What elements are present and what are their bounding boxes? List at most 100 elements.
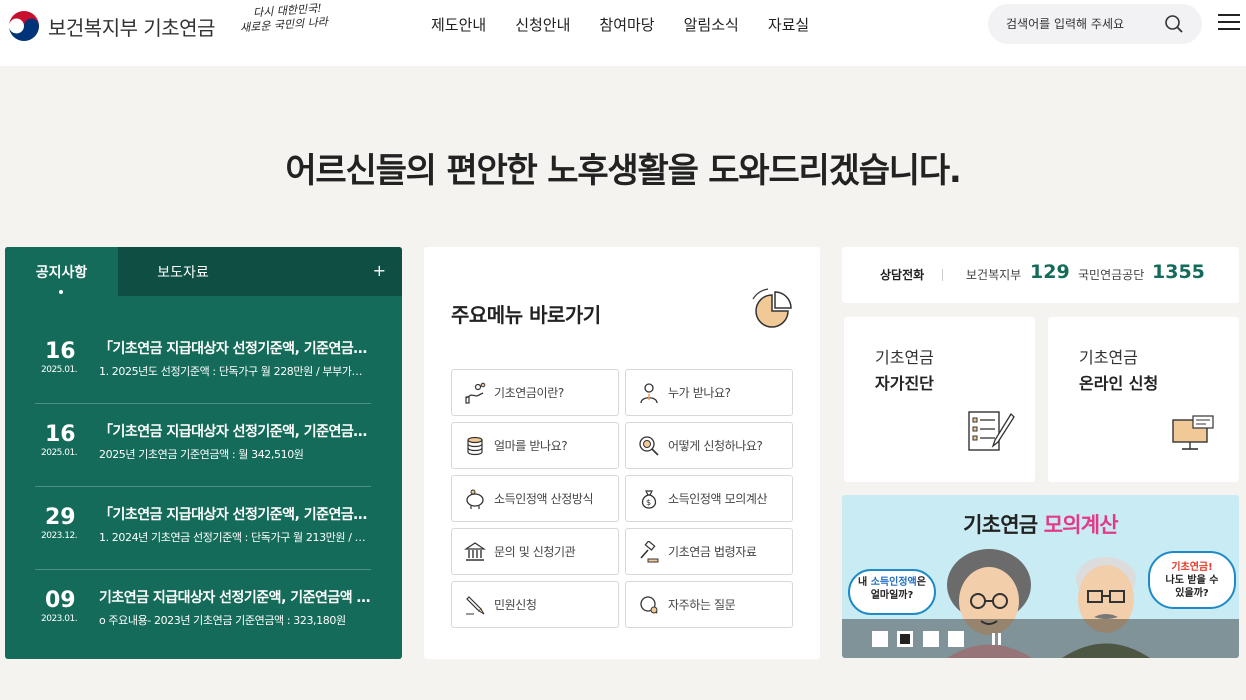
menu-label: 기초연금 법령자료	[668, 545, 757, 559]
notice-item[interactable]: 16 2025.01. 「기초연금 지급대상자 선정기준액, 기준연금액」 고시…	[5, 406, 402, 488]
menu-label: 어떻게 신청하나요?	[668, 439, 763, 453]
site-logo[interactable]: 보건복지부 기초연금	[6, 6, 215, 46]
notice-year-month: 2023.12.	[41, 531, 78, 541]
menu-how-to-apply[interactable]: 어떻게 신청하나요?	[625, 422, 793, 469]
search-box	[988, 4, 1202, 44]
tab-press[interactable]: 보도자료	[118, 247, 248, 296]
menu-label: 얼마를 받나요?	[494, 439, 568, 453]
menu-income-method[interactable]: 소득인정액 산정방식	[451, 475, 619, 522]
hotline-number-2[interactable]: 1355	[1152, 261, 1205, 283]
slide-dot-4[interactable]	[948, 631, 964, 647]
nav-resources[interactable]: 자료실	[768, 14, 809, 35]
pause-icon[interactable]	[988, 631, 1004, 647]
menu-label: 소득인정액 모의계산	[668, 492, 768, 506]
menu-faq[interactable]: 자주하는 질문	[625, 581, 793, 628]
money-bag-icon: $	[641, 489, 657, 509]
bubble-left-highlight: 소득인정액	[870, 577, 917, 588]
nav-apply-guide[interactable]: 신청안내	[515, 14, 570, 35]
notice-desc: o 주요내용- 2023년 기초연금 기준연금액 : 323,180원	[99, 614, 346, 627]
nav-system-guide[interactable]: 제도안내	[431, 14, 486, 35]
more-plus-icon[interactable]: +	[373, 261, 386, 280]
bubble-left: 내 소득인정액은 얼마일까?	[848, 569, 936, 615]
bubble-left-text-2: 은	[916, 577, 926, 588]
institution-icon	[464, 541, 486, 561]
main-menu-panel: 주요메뉴 바로가기 기초연금이란? 누가 받나요? 얼마를 받나요? 어떻게 신…	[424, 247, 820, 659]
hotline-divider	[942, 269, 943, 281]
menu-what-is-pension[interactable]: 기초연금이란?	[451, 369, 619, 416]
bubble-right-text-3: 있을까?	[1175, 588, 1209, 599]
main-menu-title-bold: 주요메뉴	[451, 303, 523, 327]
notice-desc: 1. 2024년 기초연금 선정기준액 : 단독가구 월 213만원 / 부부가…	[99, 531, 369, 544]
coin-stack-icon	[467, 436, 483, 455]
notice-day: 16	[45, 339, 76, 364]
slide-dot-1[interactable]	[872, 631, 888, 647]
headline-part-1: 어르신들의	[285, 151, 447, 191]
bubble-right-text-2: 나도 받을 수	[1165, 575, 1219, 586]
chat-bubble-icon	[640, 595, 658, 613]
simulation-banner[interactable]: 기초연금 모의계산 내 소득인정액은 얼마일까? 기초연금! 나도 받을 수 있…	[842, 495, 1239, 658]
notice-item[interactable]: 16 2025.01. 「기초연금 지급대상자 선정기준액, 기준연금액」 고시…	[5, 323, 402, 405]
menu-label: 누가 받나요?	[668, 386, 731, 400]
tab-notices[interactable]: 공지사항	[5, 247, 118, 296]
hotline-org-1: 보건복지부	[966, 268, 1022, 282]
notice-title: 「기초연금 지급대상자 선정기준액, 기준연금액」 고시	[99, 507, 371, 523]
slogan: 다시 대한민국! 새로운 국민의 나라	[239, 1, 342, 48]
notice-divider	[35, 486, 371, 487]
search-input[interactable]	[1006, 4, 1156, 44]
menu-label: 소득인정액 산정방식	[494, 492, 594, 506]
notice-year-month: 2023.01.	[41, 614, 78, 624]
notice-title: 「기초연금 지급대상자 선정기준액, 기준연금액」 고시	[99, 341, 371, 357]
checklist-icon	[968, 411, 1015, 451]
notice-title: 기초연금 지급대상자 선정기준액, 기준연금액 고시	[99, 590, 371, 606]
gavel-icon	[640, 540, 659, 562]
notice-year-month: 2025.01.	[41, 448, 78, 458]
nav-news[interactable]: 알림소식	[684, 14, 739, 35]
taegeuk-emblem-icon	[7, 9, 41, 43]
menu-inquiry-agency[interactable]: 문의 및 신청기관	[451, 528, 619, 575]
hamburger-menu-icon[interactable]	[1218, 14, 1240, 34]
hotline-org-2: 국민연금공단	[1078, 268, 1145, 282]
slide-dot-3[interactable]	[923, 631, 939, 647]
notice-desc: 1. 2025년도 선정기준액 : 단독가구 월 228만원 / 부부가구 월 …	[99, 365, 369, 378]
menu-income-simulation[interactable]: $ 소득인정액 모의계산	[625, 475, 793, 522]
headline-part-2: 을 도와드리겠습니다.	[667, 151, 962, 191]
slide-dot-2[interactable]	[897, 631, 913, 647]
card-line-1: 기초연금	[1079, 348, 1138, 367]
pie-chart-icon	[752, 288, 792, 328]
bubble-left-text-1: 내	[858, 577, 871, 588]
notice-item[interactable]: 09 2023.01. 기초연금 지급대상자 선정기준액, 기준연금액 고시 o…	[5, 572, 402, 654]
svg-text:$: $	[646, 498, 651, 507]
bubble-left-text-3: 얼마일까?	[870, 590, 914, 601]
search-icon[interactable]	[1164, 14, 1184, 34]
menu-label: 자주하는 질문	[668, 598, 736, 612]
menu-how-much[interactable]: 얼마를 받나요?	[451, 422, 619, 469]
menu-law-resources[interactable]: 기초연금 법령자료	[625, 528, 793, 575]
notice-item[interactable]: 29 2023.12. 「기초연금 지급대상자 선정기준액, 기준연금액」 고시…	[5, 489, 402, 571]
notice-title: 「기초연금 지급대상자 선정기준액, 기준연금액」 고시	[99, 424, 371, 440]
menu-who-receives[interactable]: 누가 받나요?	[625, 369, 793, 416]
hotline-number-1[interactable]: 129	[1030, 261, 1070, 283]
main-nav: 제도안내 신청안내 참여마당 알림소식 자료실	[431, 14, 838, 35]
online-apply-card[interactable]: 기초연금 온라인 신청	[1048, 317, 1239, 482]
headline-bold: 편안한 노후생활	[446, 151, 668, 191]
banner-title-part: 기초연금	[963, 513, 1044, 537]
menu-label: 민원신청	[494, 598, 537, 612]
main-menu-title: 주요메뉴 바로가기	[451, 299, 601, 328]
menu-civil-complaint[interactable]: 민원신청	[451, 581, 619, 628]
notice-day: 29	[45, 505, 76, 530]
notice-desc: 2025년 기초연금 기준연금액 : 월 342,510원	[99, 448, 304, 461]
card-line-2: 자가진단	[875, 374, 934, 393]
nav-participation[interactable]: 참여마당	[599, 14, 654, 35]
main-menu-title-rest: 바로가기	[522, 303, 601, 327]
hotline-bar: 상담전화 보건복지부 129 국민연금공단 1355	[842, 247, 1239, 303]
notice-day: 09	[45, 588, 76, 613]
hotline-label: 상담전화	[880, 268, 925, 282]
notice-tabs: 공지사항 보도자료 +	[5, 247, 402, 296]
hero-headline: 어르신들의 편안한 노후생활을 도와드리겠습니다.	[0, 143, 1246, 192]
self-diagnosis-card[interactable]: 기초연금 자가진단	[844, 317, 1035, 482]
hand-coins-icon	[465, 382, 486, 404]
banner-controls	[842, 619, 1239, 658]
notice-divider	[35, 569, 371, 570]
person-icon	[640, 382, 658, 403]
banner-title: 기초연금 모의계산	[842, 509, 1239, 539]
